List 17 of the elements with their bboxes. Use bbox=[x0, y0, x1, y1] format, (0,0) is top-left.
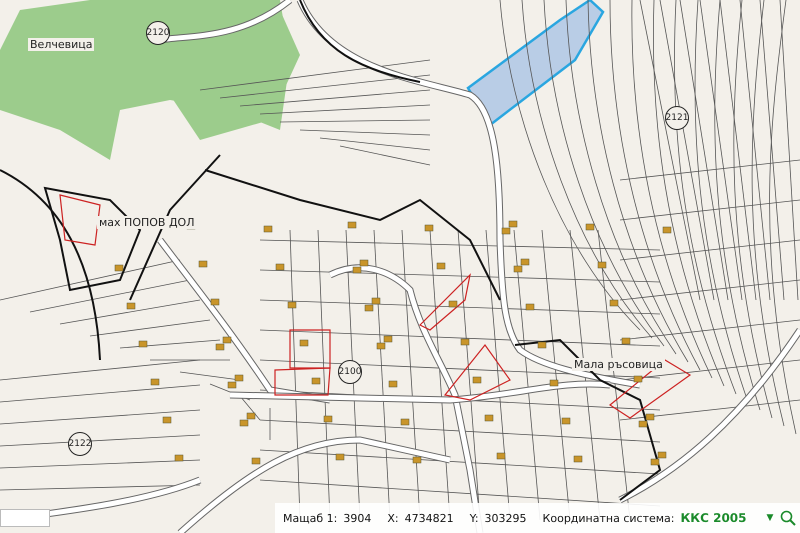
dropdown-caret[interactable]: ▼ bbox=[766, 513, 774, 523]
parcel-number: 2121 bbox=[665, 106, 689, 130]
place-name: Велчевица bbox=[28, 38, 94, 51]
search-icon[interactable] bbox=[780, 510, 796, 526]
parcel-number: 2100 bbox=[338, 360, 362, 384]
x-label: X: bbox=[387, 512, 399, 524]
coordinate-system-label: Координатна система: bbox=[542, 512, 674, 524]
y-label: Y: bbox=[470, 512, 479, 524]
scale-label: Мащаб 1: bbox=[283, 512, 338, 524]
parcel-number: 2122 bbox=[68, 432, 92, 456]
y-value: 303295 bbox=[484, 512, 527, 524]
x-value: 4734821 bbox=[404, 512, 454, 524]
scale-value: 3904 bbox=[343, 512, 372, 524]
place-name: мах ПОПОВ ДОЛ bbox=[97, 216, 196, 229]
coordinate-system-value: ККС 2005 bbox=[680, 511, 746, 525]
search-field[interactable] bbox=[0, 509, 50, 527]
place-name: Мала ръсовица bbox=[572, 358, 665, 371]
